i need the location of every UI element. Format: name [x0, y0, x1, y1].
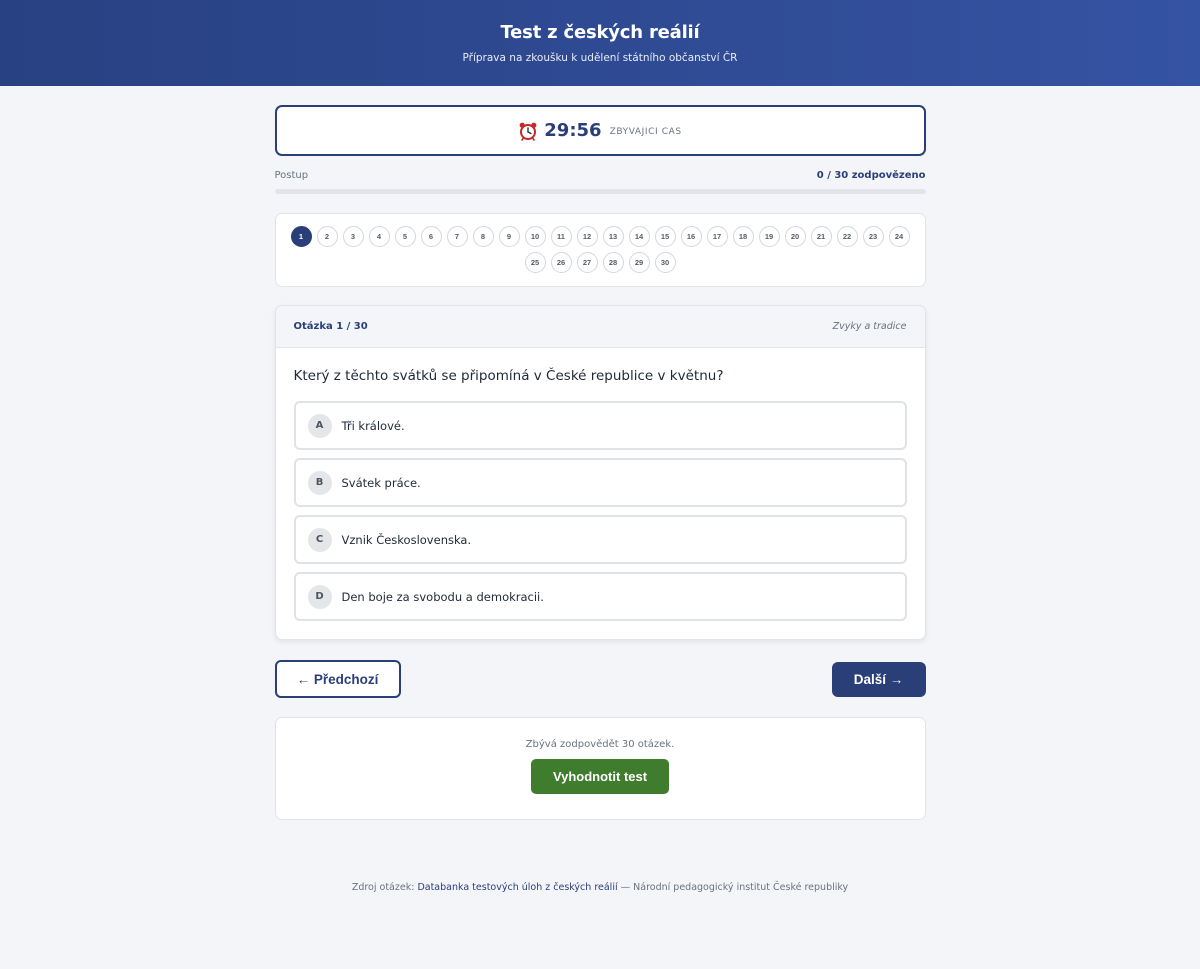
page-subtitle: Příprava na zkoušku k udělení státního o… [462, 52, 738, 64]
answer-letter-badge: D [307, 584, 332, 609]
question-nav-button-16[interactable]: 16 [680, 226, 702, 247]
question-nav-button-21[interactable]: 21 [810, 226, 832, 247]
question-nav-button-9[interactable]: 9 [498, 226, 520, 247]
answer-letter-badge: B [307, 470, 332, 495]
answer-option-a[interactable]: A Tři králové. [293, 401, 907, 450]
question-nav-button-8[interactable]: 8 [472, 226, 494, 247]
question-nav-button-30[interactable]: 30 [654, 252, 676, 273]
source-link[interactable]: Databanka testových úloh z českých reáli… [417, 882, 617, 893]
progress-info: Postup 0 / 30 zodpovězeno [275, 170, 926, 181]
question-nav-button-3[interactable]: 3 [342, 226, 364, 247]
timer-box: 29:56 ZBYVAJICI CAS [274, 105, 926, 156]
page-footer: Zdroj otázek: Databanka testových úloh z… [275, 882, 926, 893]
page-title: Test z českých reálií [500, 22, 700, 43]
evaluate-test-button[interactable]: Vyhodnotit test [531, 759, 669, 794]
question-nav-button-11[interactable]: 11 [550, 226, 572, 247]
answer-list: A Tři králové. B Svátek práce. C Vznik Č… [293, 401, 907, 621]
question-nav-button-28[interactable]: 28 [602, 252, 624, 273]
question-nav-button-4[interactable]: 4 [368, 226, 390, 247]
previous-button[interactable]: ← Předchozí [274, 660, 401, 698]
remaining-text: Zbývá zodpovědět 30 otázek. [525, 739, 675, 750]
question-card-header: Otázka 1 / 30 Zvyky a tradice [275, 306, 925, 348]
question-nav-button-10[interactable]: 10 [524, 226, 546, 247]
alarm-clock-icon [518, 121, 538, 141]
answer-option-d[interactable]: D Den boje za svobodu a demokracii. [293, 572, 907, 621]
question-nav-button-17[interactable]: 17 [706, 226, 728, 247]
question-nav-button-19[interactable]: 19 [758, 226, 780, 247]
question-text: Který z těchto svátků se připomíná v Čes… [293, 368, 724, 384]
question-nav-button-24[interactable]: 24 [888, 226, 910, 247]
submit-card: Zbývá zodpovědět 30 otázek. Vyhodnotit t… [274, 717, 926, 820]
question-nav-button-2[interactable]: 2 [316, 226, 338, 247]
answer-option-b[interactable]: B Svátek práce. [293, 458, 907, 507]
question-navigator: 1 2 3 4 5 6 7 8 9 10 11 12 13 14 15 16 17 18 19 20 21 22 23 24 2… [274, 213, 926, 287]
answer-letter-badge: C [307, 527, 332, 552]
question-nav-button-6[interactable]: 6 [420, 226, 442, 247]
question-nav-button-1[interactable]: 1 [290, 226, 312, 247]
question-nav-button-23[interactable]: 23 [862, 226, 884, 247]
footer-prefix: Zdroj otázek: [351, 882, 418, 893]
timer-label: ZBYVAJICI CAS [609, 126, 682, 137]
answer-text: Tři králové. [341, 418, 405, 433]
question-nav-button-27[interactable]: 27 [576, 252, 598, 273]
question-nav-button-13[interactable]: 13 [602, 226, 624, 247]
question-nav-button-14[interactable]: 14 [628, 226, 650, 247]
footer-suffix: — Národní pedagogický institut České rep… [617, 882, 849, 893]
question-nav-button-25[interactable]: 25 [524, 252, 546, 273]
question-category: Zvyky a tradice [832, 321, 907, 332]
page-header: Test z českých reálií Příprava na zkoušk… [0, 0, 1200, 86]
question-card-body: Který z těchto svátků se připomíná v Čes… [276, 348, 925, 639]
answer-option-c[interactable]: C Vznik Československa. [293, 515, 907, 564]
answer-letter-badge: A [307, 413, 332, 438]
progress-label: Postup [274, 170, 309, 181]
question-nav-button-22[interactable]: 22 [836, 226, 858, 247]
question-nav-button-7[interactable]: 7 [446, 226, 468, 247]
answer-text: Den boje za svobodu a demokracii. [341, 589, 544, 604]
timer-value: 29:56 [544, 120, 602, 141]
question-nav-button-26[interactable]: 26 [550, 252, 572, 273]
question-nav-button-5[interactable]: 5 [394, 226, 416, 247]
question-navigation-row: ← Předchozí Další → [274, 660, 926, 698]
progress-count: 0 / 30 zodpovězeno [816, 170, 926, 181]
question-nav-button-18[interactable]: 18 [732, 226, 754, 247]
next-button[interactable]: Další → [831, 661, 926, 697]
question-nav-button-20[interactable]: 20 [784, 226, 806, 247]
question-number: Otázka 1 / 30 [293, 321, 368, 332]
answer-text: Vznik Československa. [341, 532, 472, 547]
question-nav-button-12[interactable]: 12 [576, 226, 598, 247]
question-card: Otázka 1 / 30 Zvyky a tradice Který z tě… [274, 305, 926, 640]
question-nav-button-29[interactable]: 29 [628, 252, 650, 273]
main-content: 29:56 ZBYVAJICI CAS Postup 0 / 30 zodpov… [274, 105, 926, 893]
progress-bar [274, 189, 926, 194]
answer-text: Svátek práce. [341, 475, 421, 490]
question-nav-button-15[interactable]: 15 [654, 226, 676, 247]
